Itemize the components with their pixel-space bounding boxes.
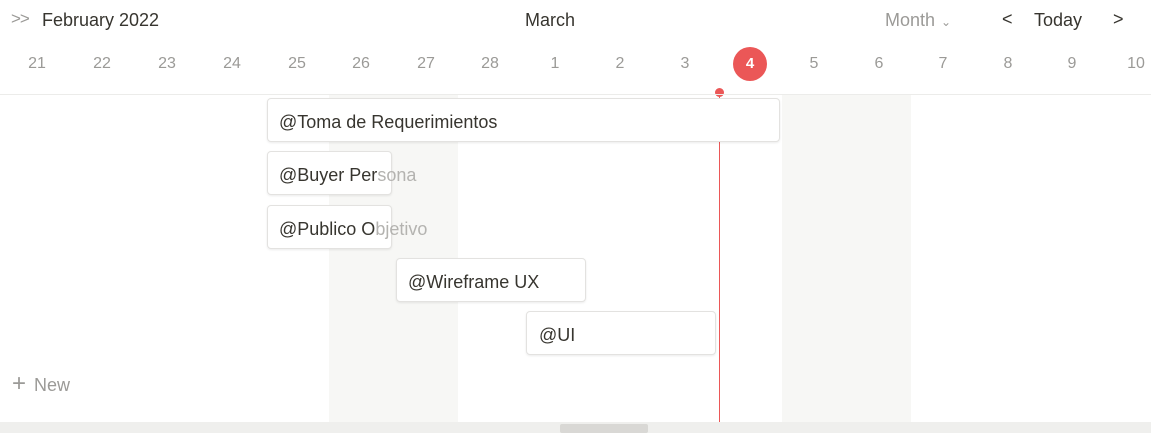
day-label: 25 [288, 55, 306, 72]
day-label: 27 [417, 55, 435, 72]
day-label: 23 [158, 55, 176, 72]
day-label: 1 [550, 55, 560, 72]
task-title: @Publico Objetivo [279, 207, 427, 251]
day-label: 8 [1003, 55, 1013, 72]
today-button[interactable]: Today [1034, 10, 1082, 31]
day-label: 21 [28, 55, 46, 72]
view-mode-label: Month [885, 10, 936, 30]
task-title: @Buyer Per sona [279, 153, 416, 197]
today-day-badge: 4 [733, 47, 767, 81]
new-label: New [34, 374, 71, 395]
day-label: 7 [938, 55, 948, 72]
task-label: @UI [539, 325, 576, 345]
day-label: 26 [352, 55, 370, 72]
task-label: @Buyer Per [279, 165, 378, 185]
day-label: 5 [809, 55, 819, 72]
task-label-overflow: sona [377, 165, 417, 185]
horizontal-scrollbar-thumb[interactable] [560, 424, 648, 433]
next-icon[interactable]: > [1113, 9, 1124, 30]
day-label: 10 [1127, 55, 1145, 72]
chevron-down-icon: ⌄ [941, 14, 952, 29]
day-label: 2 [615, 55, 625, 72]
task-label: @Toma de Requerimientos [279, 112, 498, 132]
day-label: 9 [1067, 55, 1077, 72]
task-label: @Publico O [279, 219, 376, 239]
today-line [719, 96, 720, 423]
day-label: 24 [223, 55, 241, 72]
day-label: 3 [680, 55, 690, 72]
task-label-overflow: bjetivo [375, 219, 428, 239]
collapse-icon[interactable]: >> [11, 9, 30, 29]
day-label: 28 [481, 55, 499, 72]
task-label: @Wireframe UX [408, 272, 540, 292]
plus-icon: + [12, 370, 27, 397]
day-label: 6 [874, 55, 884, 72]
view-mode-select[interactable]: Month ⌄ [885, 10, 951, 31]
day-label: 22 [93, 55, 111, 72]
previous-icon[interactable]: < [1002, 9, 1013, 30]
current-month-label: February 2022 [42, 10, 160, 30]
header-divider [0, 94, 1151, 95]
next-month-label: March [525, 10, 576, 30]
new-task-button[interactable]: + New [12, 370, 71, 397]
weekend-column [782, 95, 911, 422]
